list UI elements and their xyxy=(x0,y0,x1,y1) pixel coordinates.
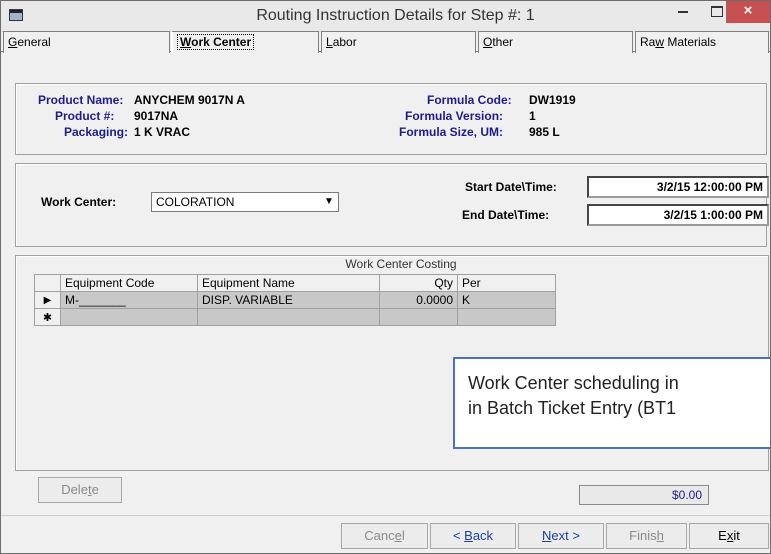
callout-line-1: Work Center scheduling in xyxy=(468,373,679,393)
cell-equipment-code[interactable]: M-_______ xyxy=(60,291,198,309)
formula-code-value: DW1919 xyxy=(529,93,576,107)
finish-label-accel: h xyxy=(656,528,664,543)
back-label-rest: ack xyxy=(472,528,494,543)
costing-table: Equipment Code Equipment Name Qty Per ▶ … xyxy=(34,274,556,326)
work-center-panel: Work Center: COLORATION ▼ Start Date\Tim… xyxy=(15,163,769,247)
callout-line-2: in Batch Ticket Entry (BT1 xyxy=(468,398,677,418)
title-bar: Routing Instruction Details for Step #: … xyxy=(1,1,770,32)
cell-per[interactable]: K xyxy=(457,291,556,309)
tab-labor-accel: L xyxy=(326,35,333,49)
col-equipment-code[interactable]: Equipment Code xyxy=(60,274,198,292)
tab-raw-materials-pre: Ra xyxy=(640,35,656,49)
tab-other[interactable]: Other xyxy=(478,31,633,53)
close-button[interactable]: × xyxy=(726,1,770,23)
tab-labor[interactable]: Labor xyxy=(321,31,476,53)
tab-strip: General Work Center Labor Other Raw Mate… xyxy=(1,31,770,71)
close-icon: × xyxy=(743,2,753,19)
back-label-accel: B xyxy=(464,528,473,543)
finish-button[interactable]: Finish xyxy=(606,523,687,549)
tab-other-label: ther xyxy=(492,35,514,49)
delete-label-rest: e xyxy=(91,482,99,497)
minimize-icon xyxy=(678,11,688,13)
start-date-field[interactable]: 3/2/15 12:00:00 PM xyxy=(587,176,769,198)
total-cost-field: $0.00 xyxy=(579,485,709,505)
new-row[interactable]: ✱ xyxy=(34,308,556,326)
cell-qty[interactable]: 0.0000 xyxy=(379,291,458,309)
tab-raw-materials-label: Materials xyxy=(664,35,717,49)
back-button[interactable]: < Back xyxy=(430,523,516,549)
col-qty[interactable]: Qty xyxy=(379,274,458,292)
col-per[interactable]: Per xyxy=(457,274,556,292)
tab-work-center-label: Work Center xyxy=(177,34,255,50)
product-name-label: Product Name: xyxy=(38,93,124,107)
end-date-field[interactable]: 3/2/15 1:00:00 PM xyxy=(587,204,769,226)
product-name-value: ANYCHEM 9017N A xyxy=(134,93,245,107)
grid-title: Work Center Costing xyxy=(345,257,457,271)
minimize-button[interactable] xyxy=(666,1,700,23)
tab-general-label: eneral xyxy=(17,35,51,49)
cell-equipment-name[interactable]: DISP. VARIABLE xyxy=(197,291,380,309)
formula-size-value: 985 L xyxy=(529,125,560,139)
col-equipment-name[interactable]: Equipment Name xyxy=(197,274,380,292)
next-label-accel: N xyxy=(542,528,552,543)
tab-labor-label: abor xyxy=(332,35,357,49)
formula-version-value: 1 xyxy=(529,109,536,123)
product-number-value: 9017NA xyxy=(134,109,179,123)
product-info-panel: Product Name: ANYCHEM 9017N A Product #:… xyxy=(15,83,767,155)
tab-general[interactable]: General xyxy=(3,31,170,53)
new-row-icon: ✱ xyxy=(34,308,61,326)
packaging-label: Packaging: xyxy=(64,125,129,139)
back-arrow-icon: < xyxy=(452,528,465,543)
formula-size-label: Formula Size, UM: xyxy=(399,125,504,139)
tab-general-accel: G xyxy=(8,35,18,49)
work-center-label: Work Center: xyxy=(41,195,117,209)
work-center-value: COLORATION xyxy=(156,195,235,209)
window-title: Routing Instruction Details for Step #: … xyxy=(256,7,535,24)
exit-button[interactable]: Exit xyxy=(689,523,769,549)
tab-raw-materials[interactable]: Raw Materials xyxy=(635,31,769,53)
tab-work-center-accel: W xyxy=(180,35,192,49)
new-cell-equipment-code[interactable] xyxy=(60,308,198,326)
next-button[interactable]: Next > xyxy=(518,523,604,549)
cancel-label-rest: l xyxy=(401,528,405,543)
tab-work-center[interactable]: Work Center xyxy=(171,31,319,53)
routing-window: Routing Instruction Details for Step #: … xyxy=(0,0,771,554)
delete-button[interactable]: Delete xyxy=(38,477,122,503)
delete-label-pre: Dele xyxy=(61,482,88,497)
tab-raw-materials-accel: w xyxy=(655,35,665,49)
table-row[interactable]: ▶ M-_______ DISP. VARIABLE 0.0000 K xyxy=(34,291,556,309)
cancel-button[interactable]: Cancel xyxy=(341,523,428,549)
exit-label-pre: E xyxy=(718,528,727,543)
callout-annotation: Work Center scheduling in in Batch Ticke… xyxy=(453,357,770,449)
end-date-label: End Date\Time: xyxy=(462,208,550,222)
product-number-label: Product #: xyxy=(55,109,115,123)
dropdown-arrow-icon[interactable]: ▼ xyxy=(322,195,336,209)
new-cell-equipment-name[interactable] xyxy=(197,308,380,326)
maximize-icon xyxy=(711,6,723,17)
formula-version-label: Formula Version: xyxy=(405,109,504,123)
packaging-value: 1 K VRAC xyxy=(134,125,191,139)
formula-code-label: Formula Code: xyxy=(427,93,512,107)
button-bar: Cancel < Back Next > Finish Exit xyxy=(1,515,770,553)
tab-work-center-rest: ork Center xyxy=(191,35,252,49)
finish-label-pre: Finis xyxy=(629,528,657,543)
new-cell-per[interactable] xyxy=(457,308,556,326)
cancel-label-pre: Canc xyxy=(364,528,395,543)
tab-other-accel: O xyxy=(483,35,493,49)
work-center-select[interactable]: COLORATION ▼ xyxy=(151,192,339,212)
next-arrow-icon: > xyxy=(568,528,580,543)
table-header-row: Equipment Code Equipment Name Qty Per xyxy=(34,274,556,292)
cancel-label-accel: e xyxy=(394,528,402,543)
next-label-rest: ext xyxy=(551,528,569,543)
row-header-corner xyxy=(34,274,61,292)
exit-label-rest: it xyxy=(733,528,740,543)
start-date-label: Start Date\Time: xyxy=(465,180,557,194)
new-cell-qty[interactable] xyxy=(379,308,458,326)
current-row-icon: ▶ xyxy=(34,291,61,309)
